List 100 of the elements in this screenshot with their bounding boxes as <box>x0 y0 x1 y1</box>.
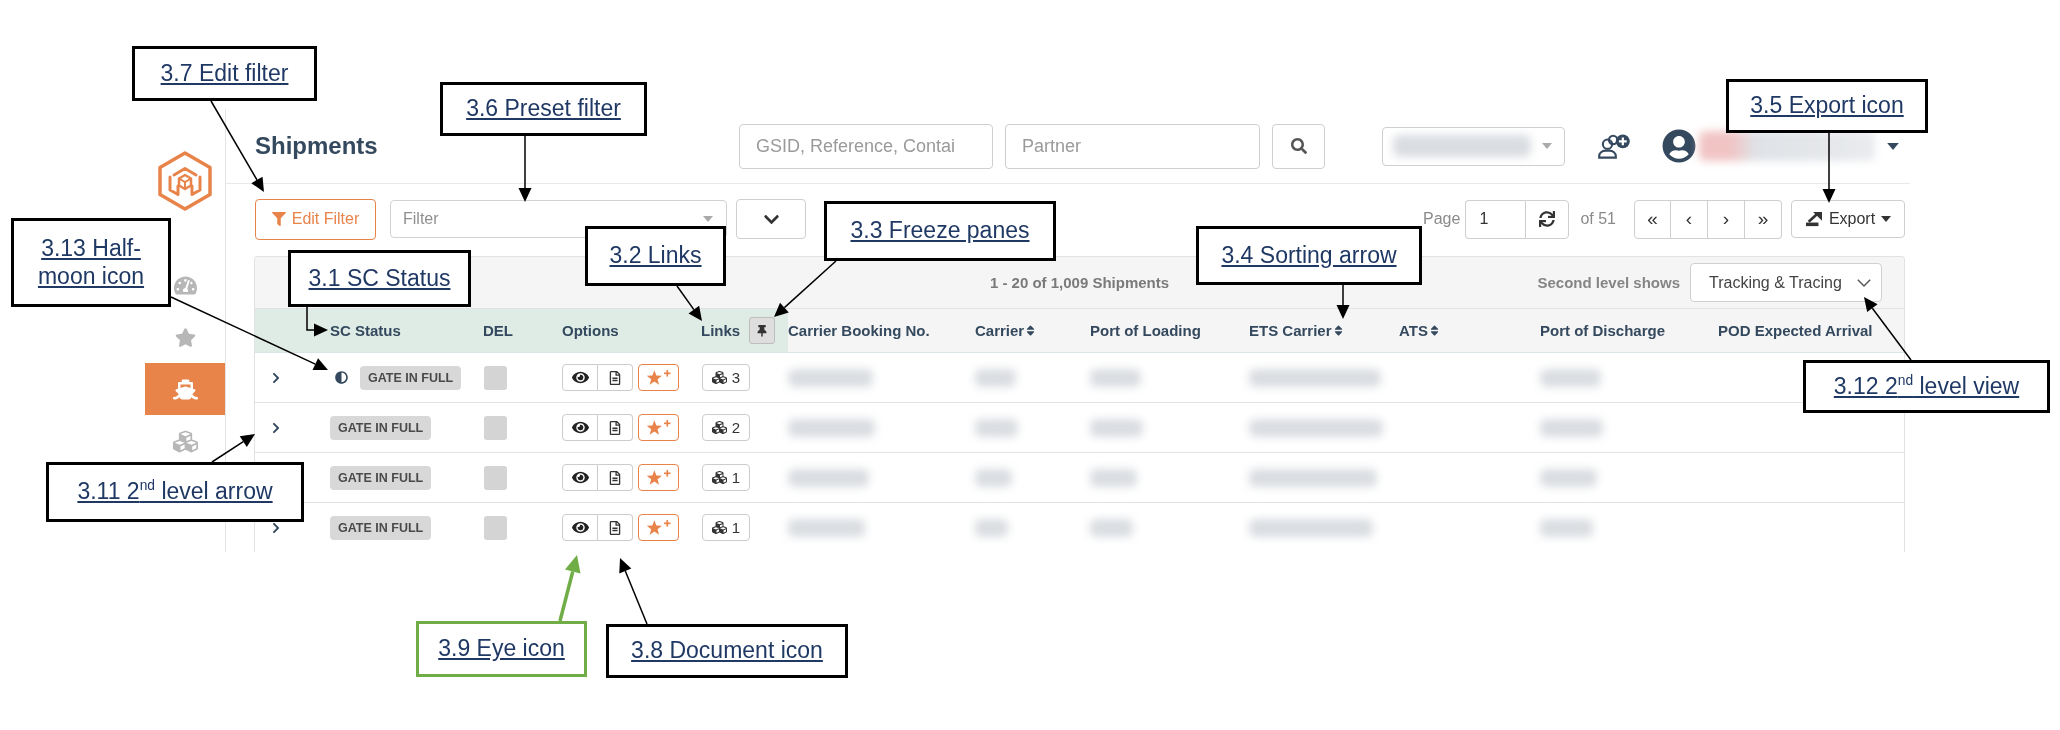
annotation-callout: 3.9 Eye icon <box>416 621 587 677</box>
document-button[interactable] <box>598 364 633 391</box>
annotation-callout: 3.1 SC Status <box>288 250 471 307</box>
document-icon <box>608 520 622 535</box>
page-label: Page <box>1423 210 1461 228</box>
caret-icon[interactable] <box>1887 142 1899 150</box>
column-header[interactable]: Options <box>562 322 619 339</box>
second-level-select[interactable]: Tracking & Tracing <box>1690 263 1882 302</box>
star-plus-icon <box>645 469 672 486</box>
refresh-button[interactable] <box>1525 199 1570 239</box>
annotation-callout: 3.13 Half-moon icon <box>11 218 171 307</box>
search-button[interactable] <box>1272 123 1325 169</box>
cubes-icon <box>711 470 727 485</box>
favorite-button[interactable] <box>638 414 679 441</box>
view-button[interactable] <box>562 414 598 441</box>
links-button[interactable]: 3 <box>702 364 750 391</box>
leader-arrow <box>558 555 581 622</box>
annotation-callout: 3.7 Edit filter <box>132 46 317 101</box>
cubes-icon <box>711 420 727 435</box>
view-button[interactable] <box>562 364 598 391</box>
column-header[interactable]: DEL <box>483 322 513 339</box>
leader-arrow <box>211 434 255 463</box>
page-field[interactable]: 1 <box>1465 199 1526 239</box>
column-header[interactable]: Carrier <box>975 322 1025 339</box>
hexagon-logo <box>157 150 213 212</box>
favorite-button[interactable] <box>638 514 679 541</box>
chevron-right-icon[interactable] <box>270 421 282 434</box>
search-icon <box>1290 138 1307 154</box>
annotation-callout: 3.2 Links <box>585 226 726 286</box>
previous-page-button[interactable]: ‹ <box>1671 199 1708 239</box>
pin-button[interactable] <box>749 317 776 344</box>
leader-arrow <box>518 135 532 202</box>
annotation-callout: 3.4 Sorting arrow <box>1196 226 1422 285</box>
document-button[interactable] <box>598 464 633 491</box>
export-button[interactable]: Export <box>1791 200 1905 238</box>
document-button[interactable] <box>598 514 633 541</box>
caret-icon <box>1881 216 1892 222</box>
export-icon <box>1804 211 1823 227</box>
column-header[interactable]: POD Expected Arrival <box>1718 322 1873 339</box>
column-header[interactable]: Carrier Booking No. <box>788 322 930 339</box>
cubes-icon <box>711 370 727 385</box>
pin-icon <box>756 324 769 337</box>
document-icon <box>608 470 622 485</box>
eye-icon <box>571 469 589 486</box>
second-level-label: Second level shows <box>1537 274 1680 291</box>
filter-icon <box>271 212 286 226</box>
view-button[interactable] <box>562 514 598 541</box>
last-page-button[interactable]: » <box>1745 199 1782 239</box>
links-button[interactable]: 1 <box>702 514 750 541</box>
page-count: of 51 <box>1580 210 1616 228</box>
view-button[interactable] <box>562 464 598 491</box>
caret-icon <box>703 216 713 222</box>
star-plus-icon <box>645 419 672 436</box>
search-field[interactable]: Partner <box>1005 123 1260 169</box>
status-tag: GATE IN FULL <box>330 415 432 440</box>
annotation-callout: 3.5 Export icon <box>1726 79 1928 133</box>
annotation-callout: 3.8 Document icon <box>606 624 848 678</box>
column-header[interactable]: Port of Loading <box>1090 322 1201 339</box>
status-tag: GATE IN FULL <box>360 365 462 390</box>
favorite-button[interactable] <box>638 364 679 391</box>
column-header[interactable]: SC Status <box>330 322 401 339</box>
first-page-button[interactable]: « <box>1634 199 1671 239</box>
column-header[interactable]: ETS Carrier <box>1249 322 1332 339</box>
column-header[interactable]: Port of Discharge <box>1540 322 1666 339</box>
links-button[interactable]: 2 <box>702 414 750 441</box>
refresh-icon <box>1539 211 1556 227</box>
chevron-right-icon[interactable] <box>270 371 282 384</box>
annotation-callout: 3.11 2$^{nd}$ level arrow <box>46 462 304 522</box>
eye-icon <box>571 419 589 436</box>
avatar-icon[interactable] <box>1662 129 1696 163</box>
document-icon <box>608 420 622 435</box>
chevron-right-icon[interactable] <box>270 521 282 534</box>
document-icon <box>608 370 622 385</box>
chevron-down-icon <box>1857 278 1871 287</box>
annotation-callout: 3.6 Preset filter <box>440 82 647 136</box>
add-user-icon[interactable] <box>1597 133 1631 159</box>
eye-icon <box>571 369 589 386</box>
annotation-callout: 3.3 Freeze panes <box>824 201 1056 261</box>
search-field[interactable]: GSID, Reference, Contai <box>739 123 993 169</box>
star-plus-icon <box>645 519 672 536</box>
nav-button[interactable] <box>145 363 225 415</box>
leader-arrow <box>676 285 702 321</box>
leader-arrow <box>1822 132 1836 203</box>
column-header[interactable]: Links <box>701 322 741 339</box>
leader-arrow <box>1336 284 1350 319</box>
star-plus-icon <box>645 369 672 386</box>
cubes-icon <box>711 520 727 535</box>
document-button[interactable] <box>598 414 633 441</box>
leader-arrow <box>619 558 648 625</box>
favorite-button[interactable] <box>638 464 679 491</box>
page-title: Shipments <box>255 132 379 160</box>
annotation-callout: 3.12 2$^{nd}$ level view <box>1803 360 2050 413</box>
links-button[interactable]: 1 <box>702 464 750 491</box>
next-page-button[interactable]: › <box>1708 199 1745 239</box>
leader-arrow <box>774 260 837 317</box>
star-icon <box>174 326 196 348</box>
status-tag: GATE IN FULL <box>330 515 432 540</box>
status-tag: GATE IN FULL <box>330 465 432 490</box>
column-header[interactable]: ATS <box>1399 322 1428 339</box>
result-count: 1 - 20 of 1,009 Shipments <box>989 274 1170 291</box>
